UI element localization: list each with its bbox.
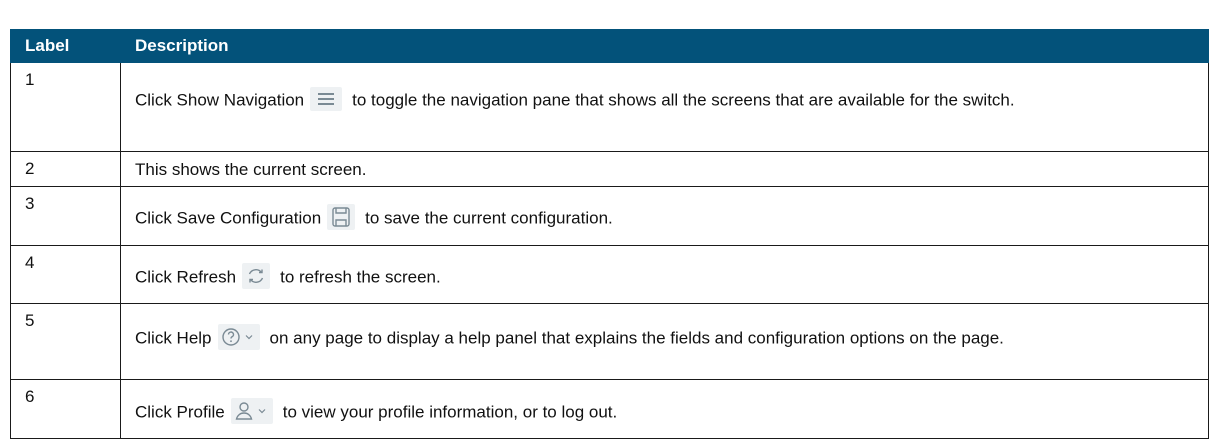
desc-text-after: to save the current configuration. (365, 208, 613, 228)
desc-text-before: Click Refresh (135, 267, 237, 287)
table-row: 3 Click Save Configuration to save the cu… (10, 186, 1209, 246)
table-row: 4 Click Refresh to refresh the screen. (10, 245, 1209, 304)
desc-text-before: Click Save Configuration (135, 208, 322, 228)
desc-text-after: to refresh the screen. (280, 267, 441, 287)
save-floppy-icon (327, 204, 356, 230)
row-description: This shows the current screen. (120, 151, 1209, 187)
table-row: 2 This shows the current screen. (10, 151, 1209, 187)
row-description: Click Profile to view your profile inform… (120, 379, 1209, 439)
table-row: 1 Click Show Navigation to toggle the nav… (10, 62, 1209, 152)
desc-text-after: to view your profile information, or to … (282, 402, 618, 422)
help-question-icon (217, 324, 260, 350)
row-label: 5 (10, 303, 121, 380)
table-row: 6 Click Profile to view your profile info… (10, 379, 1209, 439)
desc-text-before: Click Profile (135, 402, 225, 422)
header-description: Description (120, 29, 1209, 63)
row-label: 3 (10, 186, 121, 246)
legend-table: Label Description 1 Click Show Navigatio… (10, 29, 1209, 439)
row-description: Click Refresh to refresh the screen. (120, 245, 1209, 304)
desc-text-after: on any page to display a help panel that… (269, 328, 1004, 348)
user-profile-icon (230, 398, 273, 424)
refresh-icon (242, 263, 271, 289)
table-row: 5 Click Help on any page to display a hel… (10, 303, 1209, 380)
row-description: Click Help on any page to display a help … (120, 303, 1209, 380)
desc-text: This shows the current screen. (135, 159, 367, 179)
row-label: 6 (10, 379, 121, 439)
desc-text-before: Click Help (135, 328, 212, 348)
row-label: 1 (10, 62, 121, 152)
row-description: Click Save Configuration to save the curr… (120, 186, 1209, 246)
row-label: 2 (10, 151, 121, 187)
row-label: 4 (10, 245, 121, 304)
legend-table-container: Label Description 1 Click Show Navigatio… (10, 29, 1209, 439)
table-header-row: Label Description (10, 29, 1209, 63)
header-label: Label (10, 29, 121, 63)
row-description: Click Show Navigation to toggle the navig… (120, 62, 1209, 152)
desc-text-before: Click Show Navigation (135, 90, 305, 110)
hamburger-menu-icon (310, 87, 343, 111)
desc-text-after: to toggle the navigation pane that shows… (352, 90, 1015, 110)
